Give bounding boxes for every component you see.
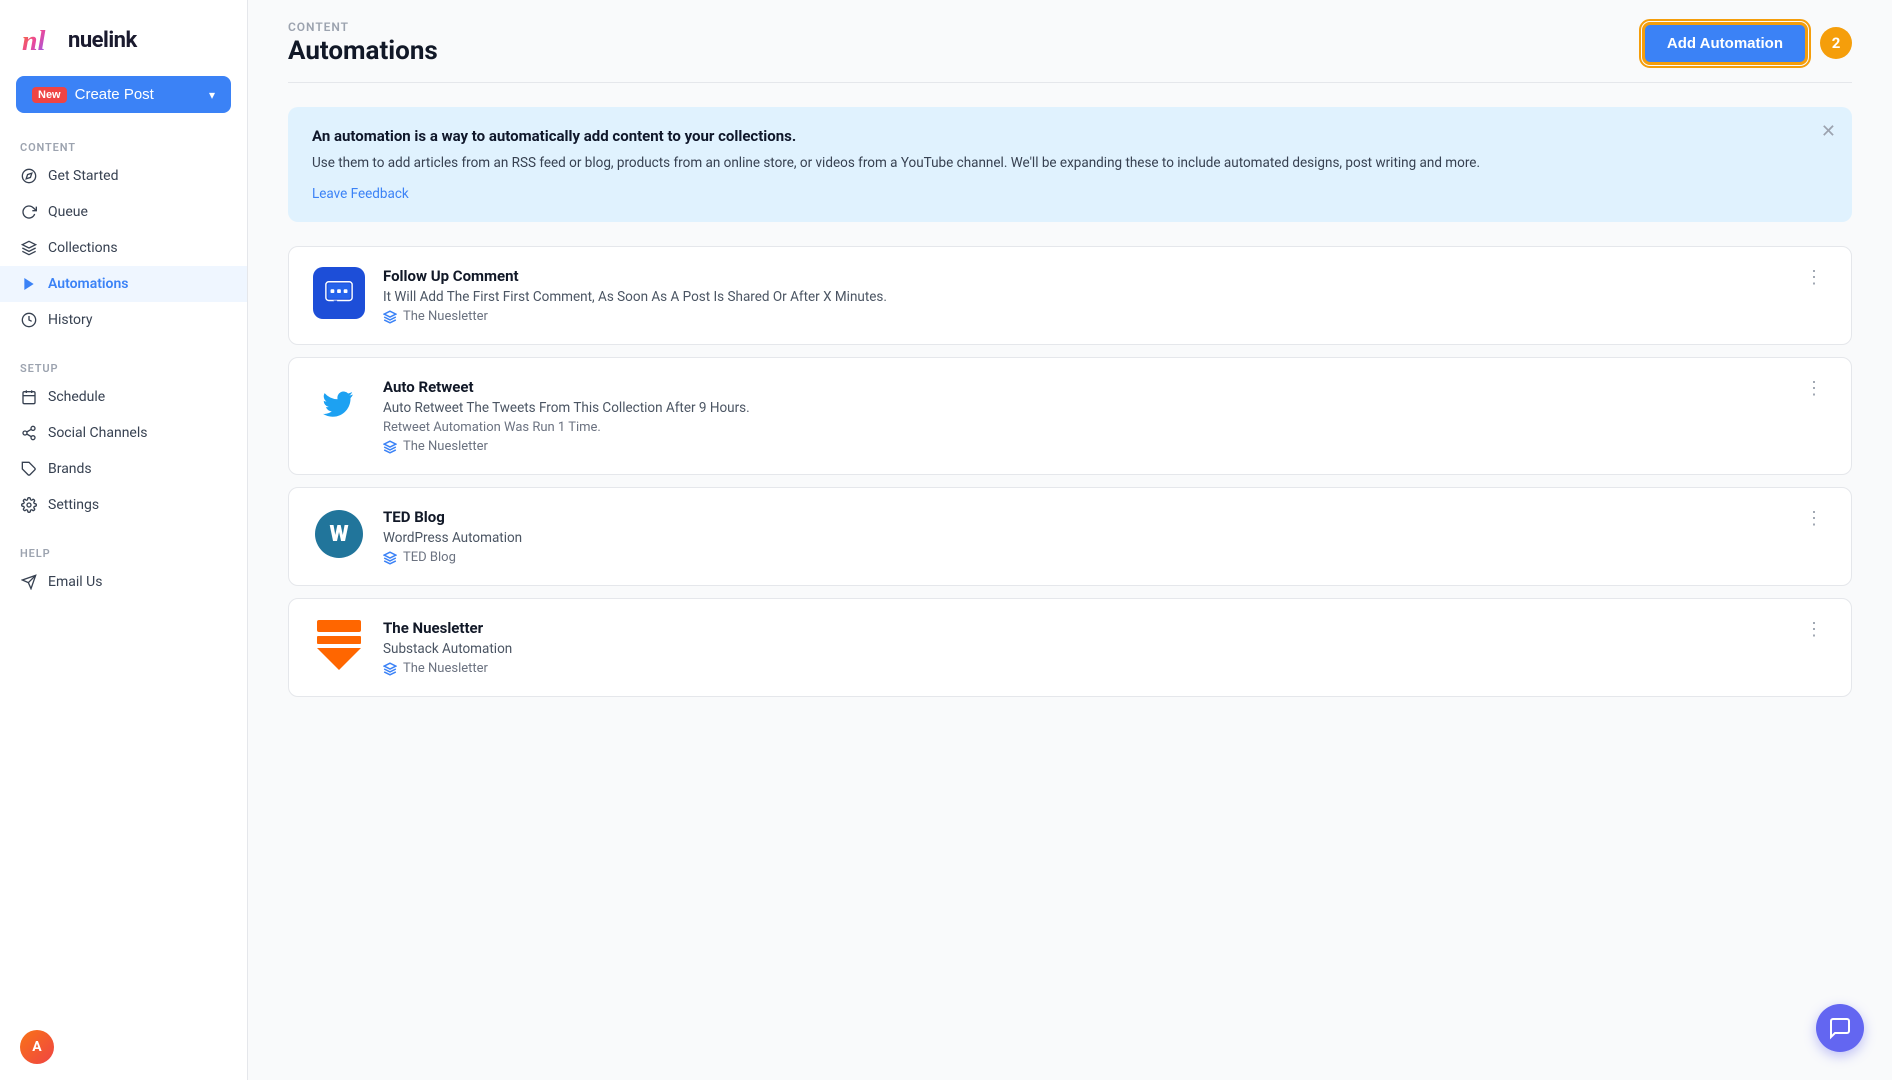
share-icon xyxy=(20,424,38,442)
refresh-icon xyxy=(20,203,38,221)
header-divider xyxy=(288,82,1852,83)
card-description: WordPress Automation xyxy=(383,530,1783,546)
card-collection: TED Blog xyxy=(383,550,1783,565)
header-left: CONTENT Automations xyxy=(288,20,438,66)
content-section-label: CONTENT xyxy=(288,20,438,34)
banner-description: Use them to add articles from an RSS fee… xyxy=(312,153,1828,173)
stack-icon xyxy=(383,551,397,565)
main-content: CONTENT Automations Add Automation 2 An … xyxy=(248,0,1892,1080)
main-body: An automation is a way to automatically … xyxy=(248,82,1892,749)
stack-icon xyxy=(383,310,397,324)
sidebar-item-label: Queue xyxy=(48,204,88,220)
sidebar-item-history[interactable]: History xyxy=(0,302,247,338)
page-header: CONTENT Automations Add Automation 2 xyxy=(248,0,1892,82)
collection-name: The Nuesletter xyxy=(403,439,488,454)
card-menu-button[interactable]: ⋮ xyxy=(1801,619,1827,640)
card-title: TED Blog xyxy=(383,508,1783,526)
card-sub-text: Retweet Automation Was Run 1 Time. xyxy=(383,420,1783,435)
calendar-icon xyxy=(20,388,38,406)
sidebar-item-get-started[interactable]: Get Started xyxy=(0,158,247,194)
sidebar-item-queue[interactable]: Queue xyxy=(0,194,247,230)
compass-icon xyxy=(20,167,38,185)
card-title: Follow Up Comment xyxy=(383,267,1783,285)
auto-retweet-body: Auto Retweet Auto Retweet The Tweets Fro… xyxy=(383,378,1783,454)
sidebar-item-label: Schedule xyxy=(48,389,105,405)
sidebar-item-social-channels[interactable]: Social Channels xyxy=(0,415,247,451)
clock-icon xyxy=(20,311,38,329)
nuesletter-body: The Nuesletter Substack Automation The N… xyxy=(383,619,1783,676)
gear-icon xyxy=(20,496,38,514)
automation-card-ted-blog: W TED Blog WordPress Automation TED Blog… xyxy=(288,487,1852,586)
stack-icon xyxy=(383,662,397,676)
card-collection: The Nuesletter xyxy=(383,309,1783,324)
info-banner: An automation is a way to automatically … xyxy=(288,107,1852,222)
automation-card-follow-up-comment: Follow Up Comment It Will Add The First … xyxy=(288,246,1852,345)
automation-card-auto-retweet: Auto Retweet Auto Retweet The Tweets Fro… xyxy=(288,357,1852,475)
sidebar-item-label: Get Started xyxy=(48,168,119,184)
collection-name: The Nuesletter xyxy=(403,661,488,676)
create-post-button[interactable]: New Create Post ▾ xyxy=(16,76,231,113)
logo-area: nl nuelink xyxy=(0,0,247,76)
banner-close-button[interactable]: ✕ xyxy=(1821,121,1836,142)
sidebar-item-schedule[interactable]: Schedule xyxy=(0,379,247,415)
card-collection: The Nuesletter xyxy=(383,661,1783,676)
header-right: Add Automation 2 xyxy=(1642,22,1852,65)
create-post-label: Create Post xyxy=(75,86,154,103)
chat-fab-button[interactable] xyxy=(1816,1004,1864,1052)
card-menu-button[interactable]: ⋮ xyxy=(1801,378,1827,399)
card-description: Substack Automation xyxy=(383,641,1783,657)
sidebar: nl nuelink New Create Post ▾ CONTENT Get… xyxy=(0,0,248,1080)
sidebar-item-label: Email Us xyxy=(48,574,102,590)
avatar: A xyxy=(20,1030,54,1064)
sidebar-item-label: Automations xyxy=(48,276,129,292)
tag-icon xyxy=(20,460,38,478)
sidebar-item-email-us[interactable]: Email Us xyxy=(0,564,247,600)
send-icon xyxy=(20,573,38,591)
banner-title: An automation is a way to automatically … xyxy=(312,127,1828,145)
sidebar-item-label: History xyxy=(48,312,93,328)
card-collection: The Nuesletter xyxy=(383,439,1783,454)
play-icon xyxy=(20,275,38,293)
layers-icon xyxy=(20,239,38,257)
collection-name: TED Blog xyxy=(403,550,456,565)
new-badge: New xyxy=(32,87,67,103)
twitter-icon xyxy=(313,378,365,430)
wordpress-icon: W xyxy=(313,508,365,560)
collection-name: The Nuesletter xyxy=(403,309,488,324)
sidebar-user-avatar[interactable]: A xyxy=(0,1014,247,1080)
substack-icon xyxy=(313,619,365,671)
card-title: Auto Retweet xyxy=(383,378,1783,396)
card-menu-button[interactable]: ⋮ xyxy=(1801,267,1827,288)
app-name: nuelink xyxy=(68,28,137,53)
notification-badge[interactable]: 2 xyxy=(1820,27,1852,59)
follow-up-comment-body: Follow Up Comment It Will Add The First … xyxy=(383,267,1783,324)
logo-icon: nl xyxy=(20,20,60,60)
leave-feedback-link[interactable]: Leave Feedback xyxy=(312,186,409,202)
page-title: Automations xyxy=(288,36,438,66)
card-menu-button[interactable]: ⋮ xyxy=(1801,508,1827,529)
card-description: Auto Retweet The Tweets From This Collec… xyxy=(383,400,1783,416)
sidebar-item-collections[interactable]: Collections xyxy=(0,230,247,266)
wp-logo: W xyxy=(315,510,363,558)
sidebar-section-content: CONTENT xyxy=(0,133,247,158)
add-automation-button[interactable]: Add Automation xyxy=(1642,22,1808,65)
sidebar-item-label: Settings xyxy=(48,497,99,513)
ted-blog-body: TED Blog WordPress Automation TED Blog xyxy=(383,508,1783,565)
sidebar-section-setup: SETUP xyxy=(0,354,247,379)
chevron-down-icon: ▾ xyxy=(209,88,215,102)
card-description: It Will Add The First First Comment, As … xyxy=(383,289,1783,305)
sidebar-item-label: Brands xyxy=(48,461,92,477)
sidebar-section-help: HELP xyxy=(0,539,247,564)
sidebar-item-label: Social Channels xyxy=(48,425,147,441)
sidebar-item-label: Collections xyxy=(48,240,118,256)
sidebar-item-automations[interactable]: Automations xyxy=(0,266,247,302)
sidebar-item-settings[interactable]: Settings xyxy=(0,487,247,523)
sidebar-item-brands[interactable]: Brands xyxy=(0,451,247,487)
stack-icon xyxy=(383,440,397,454)
svg-text:nl: nl xyxy=(22,26,46,57)
follow-up-comment-icon xyxy=(313,267,365,319)
card-title: The Nuesletter xyxy=(383,619,1783,637)
automation-card-nuesletter: The Nuesletter Substack Automation The N… xyxy=(288,598,1852,697)
